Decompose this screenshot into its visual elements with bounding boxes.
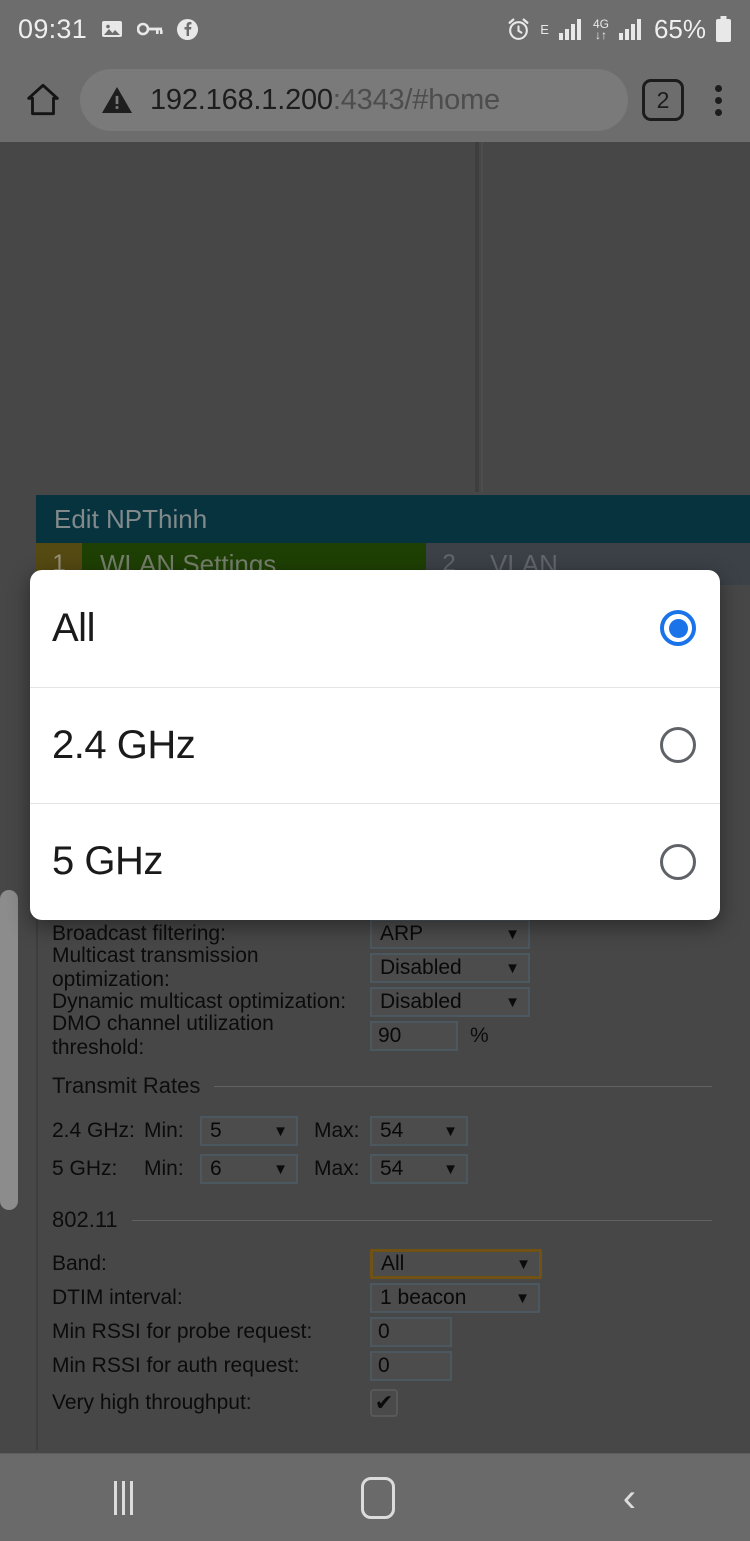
band-select-dialog: All 2.4 GHz 5 GHz bbox=[30, 570, 720, 920]
url-bar[interactable]: 192.168.1.200:4343/#home bbox=[80, 69, 628, 131]
signal-bars-icon-1 bbox=[558, 18, 584, 40]
overflow-menu-icon[interactable] bbox=[700, 84, 736, 116]
browser-toolbar: 192.168.1.200:4343/#home 2 bbox=[0, 58, 750, 142]
dialog-option-label: All bbox=[52, 605, 95, 650]
radio-button-24ghz[interactable] bbox=[660, 727, 696, 764]
phone-screen: 09:31 E 4G ↓↑ 65% 192.168.1.200:4343/#ho… bbox=[0, 0, 750, 1541]
android-navigation-bar: ‹ bbox=[0, 1453, 750, 1541]
tab-count-button[interactable]: 2 bbox=[642, 79, 684, 121]
battery-icon bbox=[715, 16, 732, 42]
facebook-icon bbox=[176, 18, 199, 41]
home-button[interactable] bbox=[360, 1476, 395, 1519]
radio-button-5ghz[interactable] bbox=[660, 843, 696, 880]
status-bar: 09:31 E 4G ↓↑ 65% bbox=[0, 0, 750, 58]
vpn-key-icon bbox=[136, 21, 163, 37]
url-path: :4343/#home bbox=[332, 83, 500, 116]
signal-bars-icon-2 bbox=[618, 18, 644, 40]
back-button[interactable]: ‹ bbox=[623, 1478, 636, 1518]
network-type-letter: E bbox=[540, 21, 549, 37]
url-text: 192.168.1.200:4343/#home bbox=[150, 84, 500, 117]
status-bar-right: E 4G ↓↑ 65% bbox=[506, 14, 732, 45]
mobile-data-4g-icon: 4G ↓↑ bbox=[592, 16, 609, 42]
dialog-option-5ghz[interactable]: 5 GHz bbox=[30, 803, 720, 920]
dialog-option-label: 2.4 GHz bbox=[52, 722, 196, 767]
dialog-option-24ghz[interactable]: 2.4 GHz bbox=[30, 686, 720, 804]
dialog-option-all[interactable]: All bbox=[30, 570, 720, 687]
recents-button[interactable] bbox=[113, 1480, 133, 1515]
insecure-warning-icon bbox=[100, 85, 134, 115]
battery-percent-label: 65% bbox=[653, 13, 706, 44]
image-icon bbox=[100, 17, 124, 41]
radio-button-all[interactable] bbox=[660, 610, 696, 647]
status-bar-left: 09:31 bbox=[18, 14, 199, 45]
alarm-icon bbox=[506, 17, 531, 42]
dialog-option-label: 5 GHz bbox=[52, 839, 163, 884]
url-host: 192.168.1.200 bbox=[150, 83, 333, 116]
home-icon[interactable] bbox=[14, 80, 72, 120]
status-clock: 09:31 bbox=[18, 13, 88, 44]
